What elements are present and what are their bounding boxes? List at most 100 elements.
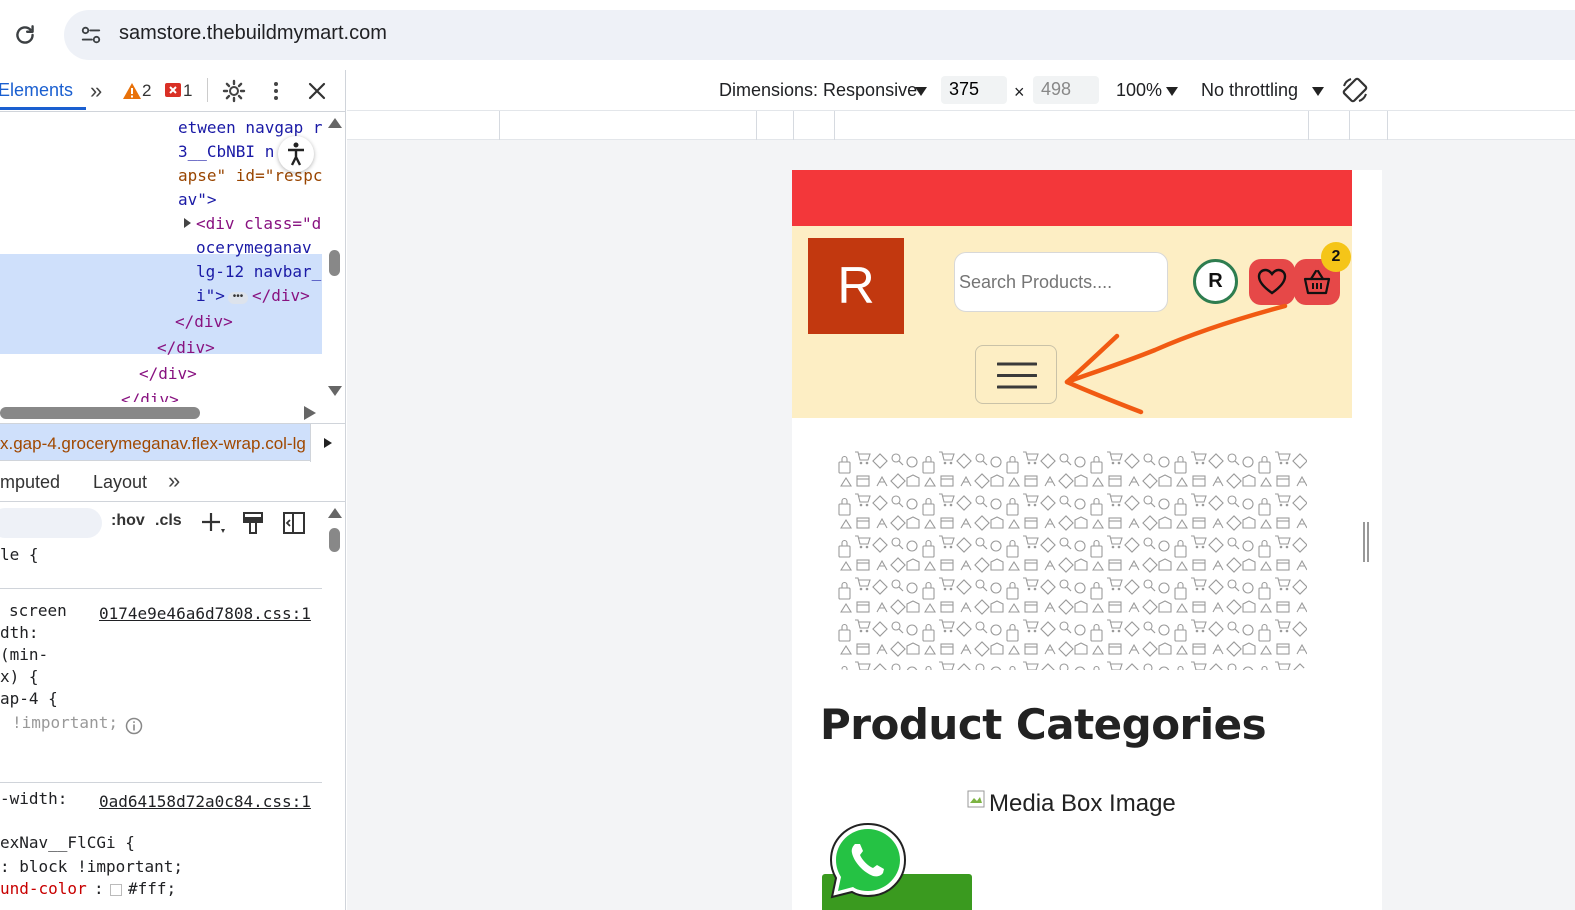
url-text[interactable]: samstore.thebuildmymart.com bbox=[119, 22, 387, 45]
dom-tree: etween navgap r 3__CbNBI n r apse" id="r… bbox=[0, 112, 322, 402]
scroll-down-icon[interactable] bbox=[328, 386, 342, 396]
sidebar-toggle-icon[interactable] bbox=[283, 512, 305, 534]
warning-icon[interactable] bbox=[122, 82, 142, 100]
style-property[interactable]: : block !important; bbox=[0, 856, 183, 878]
tab-elements[interactable]: Elements bbox=[0, 80, 73, 101]
breadcrumb-item[interactable]: x.gap-4.grocerymeganav.flex-wrap.col-lg bbox=[0, 434, 306, 454]
settings-gear-icon[interactable] bbox=[222, 79, 246, 103]
dimensions-dropdown[interactable]: Dimensions: Responsive bbox=[719, 80, 917, 101]
site-logo[interactable]: R bbox=[808, 238, 904, 334]
dom-vertical-scrollbar[interactable] bbox=[323, 112, 345, 402]
accessibility-button[interactable] bbox=[278, 136, 314, 172]
error-count[interactable]: 1 bbox=[183, 81, 192, 101]
kebab-menu-icon[interactable] bbox=[270, 80, 282, 102]
dom-line[interactable]: </div> bbox=[175, 310, 233, 334]
ruler-tick bbox=[1349, 111, 1350, 140]
reload-icon[interactable] bbox=[12, 22, 38, 48]
media-query-line: screen bbox=[9, 601, 67, 620]
divider bbox=[0, 588, 322, 589]
ruler-tick bbox=[1308, 111, 1309, 140]
dom-horizontal-scrollbar[interactable] bbox=[0, 402, 322, 422]
divider bbox=[0, 782, 322, 783]
media-query-ruler[interactable] bbox=[347, 111, 1575, 140]
scroll-up-icon[interactable] bbox=[328, 118, 342, 128]
ruler-tick bbox=[756, 111, 757, 140]
cls-toggle[interactable]: .cls bbox=[155, 512, 182, 530]
warning-count[interactable]: 2 bbox=[142, 81, 151, 101]
ruler-tick bbox=[1387, 111, 1388, 140]
height-input[interactable]: 498 bbox=[1033, 76, 1099, 104]
section-title: Product Categories bbox=[820, 700, 1267, 749]
top-banner bbox=[792, 170, 1352, 226]
dom-line[interactable]: lg-12 navbar_ bbox=[196, 260, 321, 284]
more-tabs-icon[interactable]: » bbox=[168, 468, 180, 494]
basket-icon bbox=[1303, 269, 1331, 295]
style-rule-selector[interactable]: le { bbox=[0, 544, 39, 566]
style-property-name[interactable]: und-color bbox=[0, 878, 87, 900]
stylesheet-link[interactable]: 0ad64158d72a0c84.css:1 bbox=[99, 791, 311, 813]
close-icon[interactable] bbox=[307, 81, 327, 101]
wishlist-button[interactable] bbox=[1249, 259, 1295, 305]
paint-brush-icon[interactable] bbox=[242, 511, 264, 535]
tab-computed[interactable]: mputed bbox=[0, 472, 60, 493]
ruler-tick bbox=[834, 111, 835, 140]
dom-line[interactable]: ocerymeganav bbox=[196, 236, 312, 260]
new-rule-icon[interactable] bbox=[201, 511, 227, 535]
styles-filter-input[interactable] bbox=[0, 508, 102, 538]
tab-layout[interactable]: Layout bbox=[93, 472, 147, 493]
menu-toggle-button[interactable] bbox=[975, 345, 1057, 404]
more-tabs-icon[interactable]: » bbox=[90, 78, 102, 104]
scroll-thumb[interactable] bbox=[0, 407, 200, 419]
emulated-page: R R 2 bbox=[792, 170, 1352, 910]
site-info-icon[interactable] bbox=[80, 24, 102, 46]
dom-line[interactable]: </div> bbox=[139, 362, 197, 386]
rotate-icon[interactable] bbox=[1341, 76, 1369, 104]
styles-toolbar: :hov .cls bbox=[0, 502, 322, 542]
info-icon[interactable] bbox=[125, 717, 143, 735]
browser-toolbar: samstore.thebuildmymart.com bbox=[0, 0, 1575, 70]
dom-line[interactable]: </div> bbox=[121, 388, 179, 402]
heart-icon bbox=[1257, 268, 1287, 295]
color-swatch[interactable] bbox=[110, 884, 122, 896]
dom-line[interactable]: </div> bbox=[252, 284, 310, 308]
zoom-dropdown[interactable]: 100% bbox=[1116, 80, 1162, 101]
style-property-overridden[interactable]: !important; bbox=[12, 712, 118, 734]
user-avatar[interactable]: R bbox=[1193, 259, 1238, 304]
styles-vertical-scrollbar[interactable] bbox=[323, 502, 345, 910]
stylesheet-link[interactable]: 0174e9e46a6d7808.css:1 bbox=[99, 603, 311, 625]
dom-line[interactable]: av"> bbox=[178, 188, 217, 212]
style-property-value[interactable]: #fff; bbox=[128, 878, 176, 900]
dom-line[interactable]: i"> bbox=[196, 284, 225, 308]
hov-toggle[interactable]: :hov bbox=[111, 512, 145, 530]
cart-count-badge: 2 bbox=[1321, 242, 1351, 272]
breadcrumb-scroll-button[interactable] bbox=[310, 424, 345, 462]
chevron-down-icon[interactable] bbox=[1312, 87, 1324, 96]
chevron-down-icon[interactable] bbox=[1166, 87, 1178, 96]
expand-triangle-icon[interactable] bbox=[184, 218, 192, 228]
ellipsis-icon[interactable]: ••• bbox=[228, 292, 248, 304]
scroll-right-icon[interactable] bbox=[304, 406, 316, 420]
dom-line-selected[interactable]: <div class="d bbox=[196, 212, 321, 236]
devtools-panel: Elements » 2 1 etween navgap r 3__CbNBI … bbox=[0, 70, 346, 910]
scroll-up-icon[interactable] bbox=[328, 508, 342, 518]
colon: : bbox=[94, 879, 104, 898]
shopping-pattern-image bbox=[837, 448, 1307, 670]
scroll-thumb[interactable] bbox=[329, 528, 340, 552]
device-toolbar: Dimensions: Responsive 375 × 498 100% No… bbox=[347, 70, 1575, 111]
whatsapp-icon[interactable] bbox=[827, 820, 909, 902]
dom-line[interactable]: </div> bbox=[157, 336, 215, 360]
tab-active-indicator bbox=[0, 107, 86, 110]
throttling-dropdown[interactable]: No throttling bbox=[1201, 80, 1298, 101]
error-icon[interactable] bbox=[165, 83, 181, 99]
style-rule-selector[interactable]: ap-4 { bbox=[0, 688, 58, 710]
styles-pane: le { screen 0174e9e46a6d7808.css:1 dth: … bbox=[0, 542, 322, 910]
scroll-thumb[interactable] bbox=[329, 250, 340, 276]
width-input[interactable]: 375 bbox=[941, 76, 1007, 104]
accessibility-icon bbox=[288, 142, 304, 166]
styles-subtabs: mputed Layout » bbox=[0, 462, 345, 502]
chevron-down-icon[interactable] bbox=[915, 87, 927, 96]
style-rule-selector[interactable]: exNav__FlCGi { bbox=[0, 832, 135, 854]
media-query-line: -width: bbox=[0, 789, 68, 808]
resize-handle[interactable] bbox=[1361, 522, 1371, 562]
pattern-banner-image bbox=[837, 448, 1307, 670]
